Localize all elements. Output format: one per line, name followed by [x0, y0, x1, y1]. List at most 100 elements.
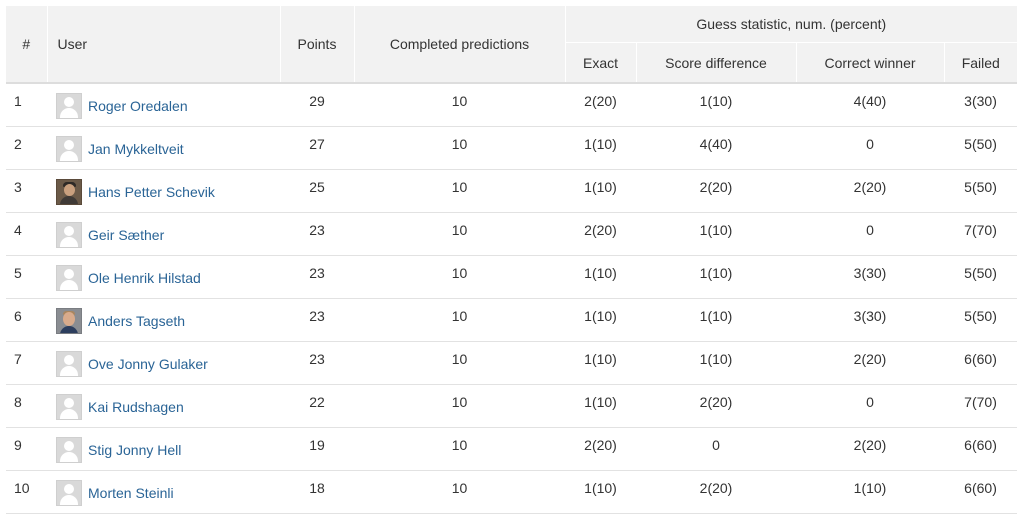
- failed-cell: 6(60): [944, 470, 1018, 514]
- user-info: Geir Sæther: [56, 222, 280, 248]
- completed-cell: 10: [354, 212, 565, 256]
- default-avatar-icon[interactable]: [56, 437, 82, 463]
- exact-cell: 2(20): [565, 427, 636, 471]
- default-avatar-icon[interactable]: [56, 394, 82, 420]
- failed-cell: 7(70): [944, 384, 1018, 428]
- table-row: 3 Hans Petter Schevik 25 10 1(10) 2(20) …: [6, 169, 1018, 213]
- completed-cell: 10: [354, 470, 565, 514]
- user-cell: Geir Sæther: [47, 212, 280, 256]
- score-difference-cell: 2(20): [636, 169, 796, 213]
- table-row: 6 Anders Tagseth 23 10 1(10) 1(10) 3(30)…: [6, 298, 1018, 342]
- failed-cell: 7(70): [944, 212, 1018, 256]
- exact-cell: 1(10): [565, 470, 636, 514]
- default-avatar-icon[interactable]: [56, 93, 82, 119]
- user-link[interactable]: Ole Henrik Hilstad: [88, 270, 201, 286]
- failed-cell: 5(50): [944, 298, 1018, 342]
- header-correct-winner: Correct winner: [795, 42, 944, 84]
- user-link[interactable]: Jan Mykkeltveit: [88, 141, 184, 157]
- table-row: 10 Morten Steinli 18 10 1(10) 2(20) 1(10…: [6, 470, 1018, 514]
- header-rank: #: [6, 6, 47, 84]
- score-difference-cell: 1(10): [636, 341, 796, 385]
- user-cell: Hans Petter Schevik: [47, 169, 280, 213]
- completed-cell: 10: [354, 298, 565, 342]
- failed-cell: 6(60): [944, 341, 1018, 385]
- table-row: 7 Ove Jonny Gulaker 23 10 1(10) 1(10) 2(…: [6, 341, 1018, 385]
- user-cell: Kai Rudshagen: [47, 384, 280, 428]
- points-cell: 23: [280, 212, 354, 256]
- correct-winner-cell: 1(10): [796, 470, 944, 514]
- points-cell: 29: [280, 83, 354, 127]
- user-link[interactable]: Stig Jonny Hell: [88, 442, 181, 458]
- user-info: Jan Mykkeltveit: [56, 136, 280, 162]
- table-body: 1 Roger Oredalen 29 10 2(20) 1(10) 4(40)…: [6, 83, 1018, 514]
- table-header: # User Points Completed predictions Gues…: [6, 6, 1018, 84]
- failed-cell: 5(50): [944, 126, 1018, 170]
- user-link[interactable]: Roger Oredalen: [88, 98, 188, 114]
- exact-cell: 1(10): [565, 384, 636, 428]
- table-row: 1 Roger Oredalen 29 10 2(20) 1(10) 4(40)…: [6, 83, 1018, 127]
- table-row: 9 Stig Jonny Hell 19 10 2(20) 0 2(20) 6(…: [6, 427, 1018, 471]
- user-link[interactable]: Morten Steinli: [88, 485, 174, 501]
- points-cell: 23: [280, 255, 354, 299]
- header-completed-predictions: Completed predictions: [353, 6, 565, 84]
- score-difference-cell: 4(40): [636, 126, 796, 170]
- user-link[interactable]: Ove Jonny Gulaker: [88, 356, 208, 372]
- user-cell: Jan Mykkeltveit: [47, 126, 280, 170]
- points-cell: 25: [280, 169, 354, 213]
- rank-cell: 3: [6, 169, 47, 213]
- correct-winner-cell: 3(30): [796, 255, 944, 299]
- points-cell: 27: [280, 126, 354, 170]
- rank-cell: 10: [6, 470, 47, 514]
- user-link[interactable]: Anders Tagseth: [88, 313, 185, 329]
- score-difference-cell: 0: [636, 427, 796, 471]
- rank-cell: 8: [6, 384, 47, 428]
- user-cell: Anders Tagseth: [47, 298, 280, 342]
- table-row: 4 Geir Sæther 23 10 2(20) 1(10) 0 7(70): [6, 212, 1018, 256]
- user-cell: Stig Jonny Hell: [47, 427, 280, 471]
- default-avatar-icon[interactable]: [56, 136, 82, 162]
- correct-winner-cell: 0: [796, 384, 944, 428]
- exact-cell: 1(10): [565, 126, 636, 170]
- user-info: Roger Oredalen: [56, 93, 280, 119]
- rank-cell: 6: [6, 298, 47, 342]
- score-difference-cell: 1(10): [636, 298, 796, 342]
- points-cell: 23: [280, 298, 354, 342]
- user-cell: Ole Henrik Hilstad: [47, 255, 280, 299]
- correct-winner-cell: 2(20): [796, 427, 944, 471]
- completed-cell: 10: [354, 255, 565, 299]
- user-info: Hans Petter Schevik: [56, 179, 280, 205]
- failed-cell: 5(50): [944, 255, 1018, 299]
- user-info: Morten Steinli: [56, 480, 280, 506]
- header-guess-statistic: Guess statistic, num. (percent): [564, 6, 1018, 43]
- user-info: Ole Henrik Hilstad: [56, 265, 280, 291]
- default-avatar-icon[interactable]: [56, 265, 82, 291]
- leaderboard-page: # User Points Completed predictions Gues…: [0, 0, 1024, 514]
- user-info: Ove Jonny Gulaker: [56, 351, 280, 377]
- user-info: Stig Jonny Hell: [56, 437, 280, 463]
- correct-winner-cell: 3(30): [796, 298, 944, 342]
- default-avatar-icon[interactable]: [56, 222, 82, 248]
- score-difference-cell: 1(10): [636, 212, 796, 256]
- user-cell: Ove Jonny Gulaker: [47, 341, 280, 385]
- exact-cell: 2(20): [565, 212, 636, 256]
- rank-cell: 4: [6, 212, 47, 256]
- user-link[interactable]: Kai Rudshagen: [88, 399, 184, 415]
- correct-winner-cell: 2(20): [796, 169, 944, 213]
- user-link[interactable]: Hans Petter Schevik: [88, 184, 215, 200]
- user-cell: Morten Steinli: [47, 470, 280, 514]
- correct-winner-cell: 2(20): [796, 341, 944, 385]
- photo-avatar-icon[interactable]: [56, 179, 82, 205]
- exact-cell: 1(10): [565, 169, 636, 213]
- completed-cell: 10: [354, 427, 565, 471]
- photo-avatar-icon[interactable]: [56, 308, 82, 334]
- default-avatar-icon[interactable]: [56, 480, 82, 506]
- user-info: Anders Tagseth: [56, 308, 280, 334]
- exact-cell: 1(10): [565, 255, 636, 299]
- failed-cell: 5(50): [944, 169, 1018, 213]
- points-cell: 19: [280, 427, 354, 471]
- table-row: 8 Kai Rudshagen 22 10 1(10) 2(20) 0 7(70…: [6, 384, 1018, 428]
- default-avatar-icon[interactable]: [56, 351, 82, 377]
- user-link[interactable]: Geir Sæther: [88, 227, 164, 243]
- points-cell: 18: [280, 470, 354, 514]
- leaderboard-table: # User Points Completed predictions Gues…: [6, 6, 1018, 514]
